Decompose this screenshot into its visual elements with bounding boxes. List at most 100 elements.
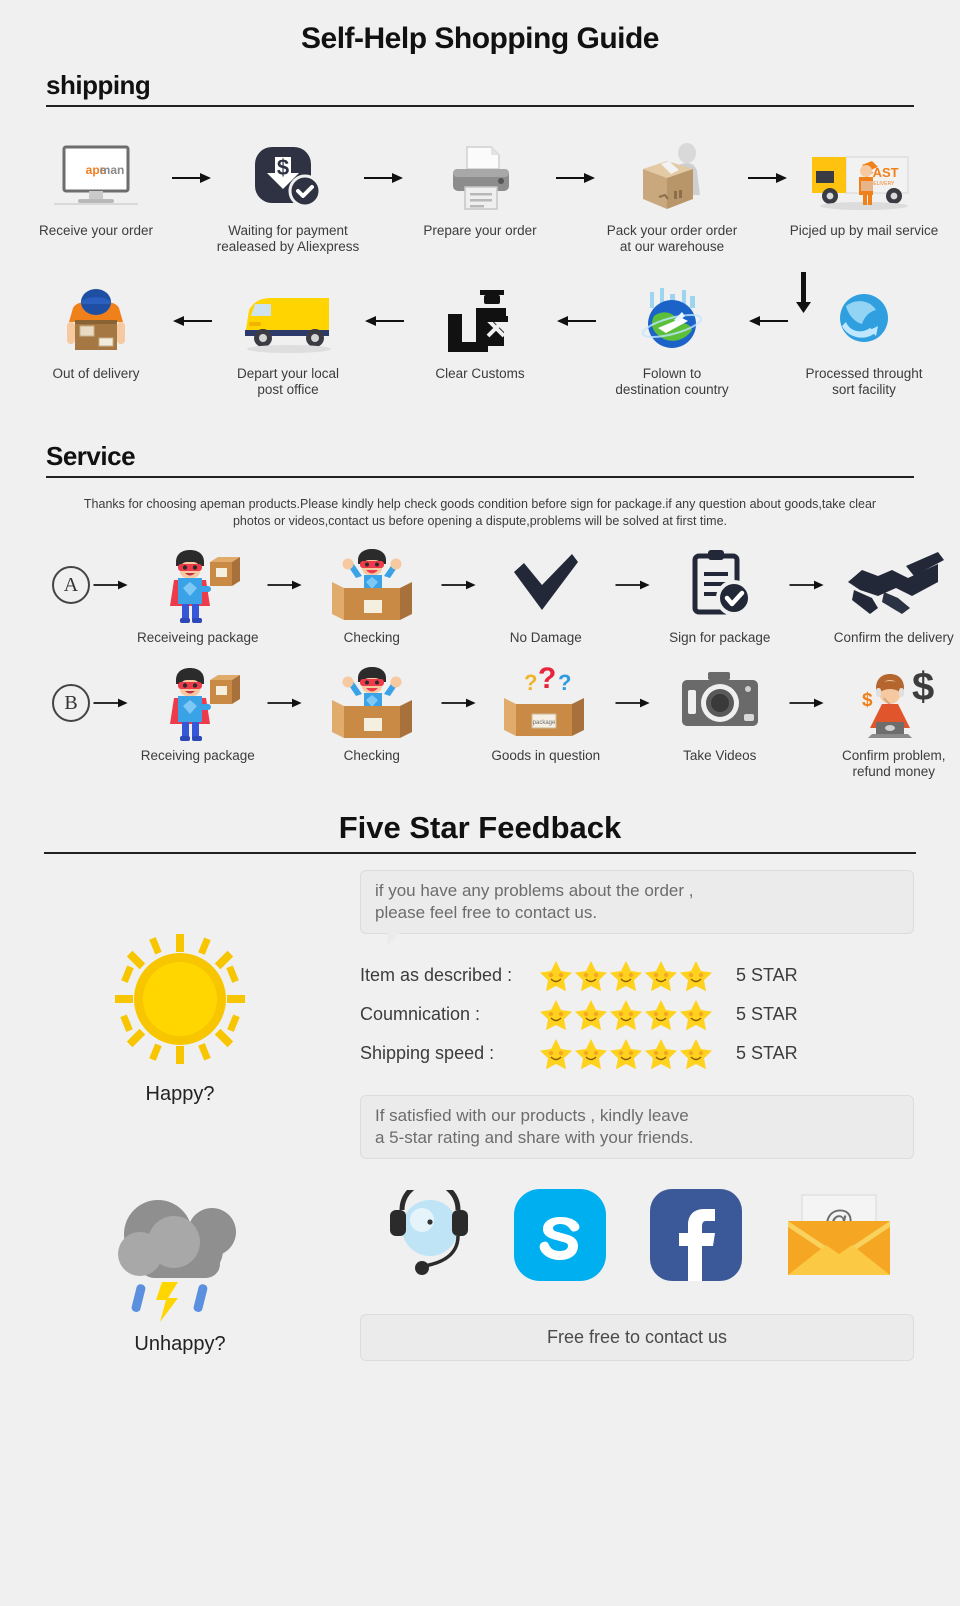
hero-with-package-icon [156, 548, 240, 624]
rating-label: Coumnication : [360, 1004, 481, 1024]
service-flow-row-b: B Receiving package Checking ? ? ? packa… [0, 666, 960, 780]
courier-carrying-box-icon [55, 284, 137, 358]
shipping-step-out-of-delivery: Out of delivery [21, 284, 171, 382]
arrow-right-icon [612, 548, 654, 622]
service-row-badge-a: A [52, 548, 90, 622]
shipping-step-depart-post-office: Depart your local post office [213, 284, 363, 397]
shipping-step-receive-order: ape man Receive your order [21, 141, 171, 239]
rating-value: 5 STAR [736, 1004, 798, 1024]
shipping-step-caption: Picjed up by mail service [789, 223, 939, 238]
service-step-confirm-problem-refund: $ $ Confirm problem, refund money [828, 666, 960, 780]
feedback-body: Happy? if you have any problems about th… [0, 870, 960, 1159]
feedback-heading: Five Star Feedback [338, 810, 622, 845]
unhappy-label: Unhappy? [134, 1333, 226, 1355]
arrow-right-icon [786, 666, 828, 740]
service-step-no-damage: No Damage [480, 548, 612, 646]
yellow-van-icon [233, 284, 343, 358]
sun-icon [105, 924, 255, 1079]
contact-channels: @ Free free to contact us [360, 1179, 960, 1361]
page-title: Self-Help Shopping Guide [301, 22, 660, 55]
service-step-checking-b: Checking [306, 666, 438, 764]
ratings-column: if you have any problems about the order… [360, 870, 960, 1159]
arrow-right-icon [612, 666, 654, 740]
service-heading: Service [46, 441, 136, 471]
arrow-right-icon [363, 141, 405, 215]
contact-us-button[interactable]: Free free to contact us [360, 1314, 914, 1361]
svg-text:?: ? [538, 666, 556, 695]
rating-label: Shipping speed : [360, 1043, 495, 1063]
arrow-left-icon [555, 284, 597, 358]
shipping-heading: shipping [46, 70, 151, 100]
happy-column: Happy? [0, 870, 360, 1159]
shipping-step-flown-to-destination: Folown to destination country [597, 284, 747, 397]
arrow-left-icon [363, 284, 405, 358]
rating-label: Item as described : [360, 965, 513, 985]
service-step-receiving-package-a: Receiveing package [132, 548, 264, 646]
svg-text:man: man [100, 163, 125, 177]
service-step-caption: Confirm problem, refund money [842, 748, 946, 780]
arrow-right-icon [747, 141, 789, 215]
service-step-checking-a: Checking [306, 548, 438, 646]
headset-support-icon[interactable] [380, 1179, 472, 1285]
arrow-right-icon [438, 548, 480, 622]
shipping-step-caption: Pack your order order at our warehouse [607, 223, 738, 254]
rating-value: 5 STAR [736, 965, 798, 985]
shipping-step-picked-up: FAST DELIVERY Picjed up by mail service [789, 141, 939, 239]
caption-text: Waiting for payment realeased by Aliexpr… [216, 223, 360, 254]
arrow-right-icon [264, 666, 306, 740]
caption-text: Folown to destination country [615, 366, 729, 397]
service-step-take-videos: Take Videos [654, 666, 786, 764]
service-note: Thanks for choosing apeman products.Plea… [83, 497, 877, 528]
globe-airplane-icon [630, 284, 714, 358]
service-step-caption: Take Videos [683, 748, 757, 763]
service-step-caption: No Damage [509, 630, 582, 645]
service-step-caption: Checking [343, 748, 400, 763]
contact-section: Unhappy? Free free to contact us [0, 1179, 960, 1361]
rating-stars[interactable] [538, 1037, 720, 1071]
shipping-step-caption: Depart your local post office [237, 366, 339, 397]
svg-text:DELIVERY: DELIVERY [870, 181, 895, 187]
rating-row: Coumnication : 5 STAR [360, 995, 914, 1034]
clipboard-check-icon [687, 548, 753, 624]
unhappy-column: Unhappy? [0, 1192, 360, 1356]
email-envelope-icon[interactable]: @ [784, 1191, 894, 1284]
svg-text:?: ? [558, 670, 571, 695]
svg-text:$: $ [862, 690, 873, 711]
rating-stars[interactable] [538, 998, 720, 1032]
service-step-goods-in-question: ? ? ? package Goods in question [480, 666, 612, 764]
payment-dollar-check-icon: $ [251, 141, 325, 215]
rating-row: Shipping speed : 5 STAR [360, 1034, 914, 1073]
contact-icons-row: @ [360, 1179, 914, 1288]
service-step-caption: Receiving package [140, 748, 255, 763]
arrow-right-icon [438, 666, 480, 740]
service-step-caption: Receiveing package [136, 630, 259, 645]
arrow-right-icon [90, 548, 132, 622]
caption-text: Depart your local post office [236, 366, 340, 397]
service-row-badge-b: B [52, 666, 90, 740]
caption-text: Confirm problem, refund money [841, 748, 946, 779]
service-step-sign-for-package: Sign for package [654, 548, 786, 646]
rating-stars[interactable] [538, 959, 720, 993]
handshake-icon [844, 548, 944, 624]
svg-text:package: package [532, 720, 555, 726]
hero-in-open-box-icon [326, 548, 418, 624]
facebook-icon[interactable] [648, 1187, 744, 1288]
caption-text: Pack your order order at our warehouse [606, 223, 738, 254]
svg-text:$: $ [277, 155, 289, 180]
rating-table: Item as described : 5 STAR Coumnication … [360, 956, 914, 1073]
arrow-right-icon [264, 548, 306, 622]
arrow-left-icon [171, 284, 213, 358]
globe-sort-facility-icon [826, 284, 902, 358]
shipping-step-prepare-order: Prepare your order [405, 141, 555, 239]
checkmark-icon [510, 548, 582, 624]
shipping-step-caption: Out of delivery [52, 366, 140, 381]
shipping-step-caption: Processed throught sort facility [805, 366, 922, 397]
shipping-section-header: shipping [46, 70, 914, 107]
skype-icon[interactable] [512, 1187, 608, 1288]
problems-bubble: if you have any problems about the order… [360, 870, 914, 946]
arrow-right-icon [786, 548, 828, 622]
service-step-confirm-delivery: Confirm the delivery [828, 548, 960, 646]
badge-letter: B [52, 684, 90, 722]
svg-text:$: $ [912, 666, 934, 709]
arrow-right-icon [90, 666, 132, 740]
